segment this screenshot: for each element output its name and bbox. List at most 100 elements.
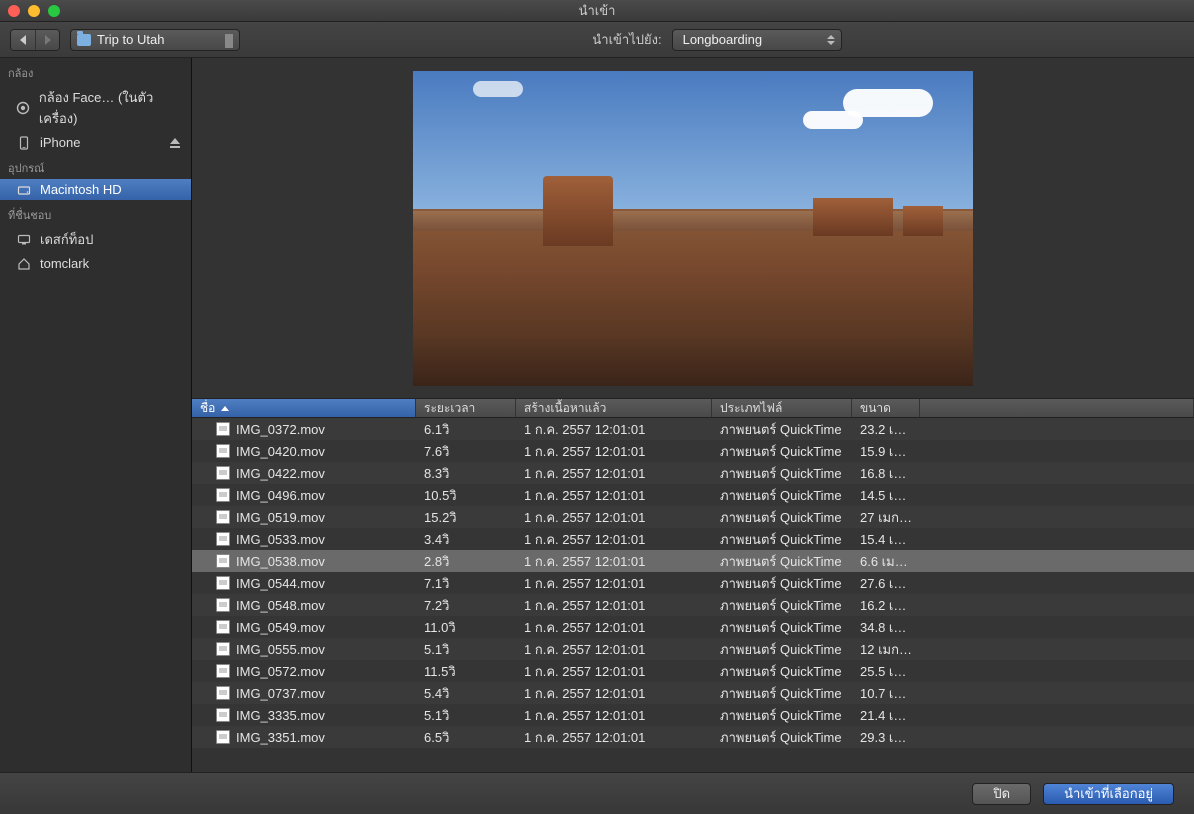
table-row[interactable]: IMG_0548.mov7.2วิ1 ก.ค. 2557 12:01:01ภาพ… <box>192 594 1194 616</box>
table-cell: ภาพยนตร์ QuickTime <box>712 507 852 528</box>
forward-button[interactable] <box>35 30 59 50</box>
table-cell: 1 ก.ค. 2557 12:01:01 <box>516 419 712 440</box>
sidebar-item-label: tomclark <box>40 256 89 271</box>
sidebar-item-label: iPhone <box>40 135 80 150</box>
sidebar-item[interactable]: เดสก์ท็อป <box>0 226 191 253</box>
table-cell: 2.8วิ <box>416 551 516 572</box>
table-cell: 11.0วิ <box>416 617 516 638</box>
table-row[interactable]: IMG_3351.mov6.5วิ1 ก.ค. 2557 12:01:01ภาพ… <box>192 726 1194 748</box>
destination-selector[interactable]: Longboarding <box>672 29 842 51</box>
movie-file-icon <box>216 598 230 612</box>
movie-file-icon <box>216 444 230 458</box>
table-cell: 21.4 เมก… <box>852 705 920 726</box>
file-name: IMG_0538.mov <box>236 554 325 569</box>
table-cell: ภาพยนตร์ QuickTime <box>712 441 852 462</box>
table-cell: 6.6 เมก… <box>852 551 920 572</box>
column-header-type[interactable]: ประเภทไฟล์ <box>712 399 852 417</box>
sidebar-section-title: อุปกรณ์ <box>0 153 191 179</box>
table-row[interactable]: IMG_0519.mov15.2วิ1 ก.ค. 2557 12:01:01ภา… <box>192 506 1194 528</box>
table-cell: IMG_0422.mov <box>192 466 416 481</box>
movie-file-icon <box>216 488 230 502</box>
table-cell: 1 ก.ค. 2557 12:01:01 <box>516 529 712 550</box>
camera-icon <box>16 101 31 115</box>
table-cell: 10.7 เมก… <box>852 683 920 704</box>
toolbar: Trip to Utah นำเข้าไปยัง: Longboarding <box>0 22 1194 58</box>
movie-file-icon <box>216 686 230 700</box>
table-cell: 1 ก.ค. 2557 12:01:01 <box>516 485 712 506</box>
table-row[interactable]: IMG_0572.mov11.5วิ1 ก.ค. 2557 12:01:01ภา… <box>192 660 1194 682</box>
preview-pane <box>192 58 1194 398</box>
file-name: IMG_0533.mov <box>236 532 325 547</box>
zoom-window-button[interactable] <box>48 5 60 17</box>
nav-buttons <box>10 29 60 51</box>
table-cell: 5.1วิ <box>416 705 516 726</box>
table-cell: 8.3วิ <box>416 463 516 484</box>
movie-file-icon <box>216 664 230 678</box>
sidebar-item[interactable]: Macintosh HD <box>0 179 191 200</box>
table-row[interactable]: IMG_3335.mov5.1วิ1 ก.ค. 2557 12:01:01ภาพ… <box>192 704 1194 726</box>
table-cell: 6.5วิ <box>416 727 516 748</box>
table-row[interactable]: IMG_0544.mov7.1วิ1 ก.ค. 2557 12:01:01ภาพ… <box>192 572 1194 594</box>
import-selected-button[interactable]: นำเข้าที่เลือกอยู่ <box>1043 783 1174 805</box>
table-cell: IMG_3335.mov <box>192 708 416 723</box>
table-cell: 7.6วิ <box>416 441 516 462</box>
minimize-window-button[interactable] <box>28 5 40 17</box>
eject-icon[interactable] <box>169 137 181 149</box>
table-cell: 23.2 เมก… <box>852 419 920 440</box>
table-row[interactable]: IMG_0372.mov6.1วิ1 ก.ค. 2557 12:01:01ภาพ… <box>192 418 1194 440</box>
table-row[interactable]: IMG_0422.mov8.3วิ1 ก.ค. 2557 12:01:01ภาพ… <box>192 462 1194 484</box>
disk-icon <box>16 183 32 197</box>
table-cell: 7.2วิ <box>416 595 516 616</box>
sidebar-item[interactable]: กล้อง Face… (ในตัวเครื่อง) <box>0 84 191 132</box>
table-cell: 16.2 เมก… <box>852 595 920 616</box>
back-button[interactable] <box>11 30 35 50</box>
home-icon <box>16 257 32 271</box>
movie-file-icon <box>216 730 230 744</box>
table-row[interactable]: IMG_0737.mov5.4วิ1 ก.ค. 2557 12:01:01ภาพ… <box>192 682 1194 704</box>
close-button[interactable]: ปิด <box>972 783 1031 805</box>
table-row[interactable]: IMG_0555.mov5.1วิ1 ก.ค. 2557 12:01:01ภาพ… <box>192 638 1194 660</box>
folder-icon <box>77 34 91 46</box>
table-cell: IMG_0538.mov <box>192 554 416 569</box>
table-cell: 1 ก.ค. 2557 12:01:01 <box>516 683 712 704</box>
window-controls <box>8 5 60 17</box>
footer: ปิด นำเข้าที่เลือกอยู่ <box>0 772 1194 814</box>
movie-file-icon <box>216 620 230 634</box>
path-selector[interactable]: Trip to Utah <box>70 29 240 51</box>
sidebar-item[interactable]: tomclark <box>0 253 191 274</box>
column-header-duration[interactable]: ระยะเวลา <box>416 399 516 417</box>
file-name: IMG_0422.mov <box>236 466 325 481</box>
file-name: IMG_0549.mov <box>236 620 325 635</box>
table-row[interactable]: IMG_0533.mov3.4วิ1 ก.ค. 2557 12:01:01ภาพ… <box>192 528 1194 550</box>
table-cell: 15.9 เมก… <box>852 441 920 462</box>
column-header-size[interactable]: ขนาด <box>852 399 920 417</box>
table-row[interactable]: IMG_0420.mov7.6วิ1 ก.ค. 2557 12:01:01ภาพ… <box>192 440 1194 462</box>
table-cell: 12 เมก… <box>852 639 920 660</box>
table-cell: IMG_0555.mov <box>192 642 416 657</box>
file-name: IMG_0548.mov <box>236 598 325 613</box>
content-area: ชื่อ ระยะเวลา สร้างเนื้อหาแล้ว ประเภทไฟล… <box>192 58 1194 772</box>
table-cell: 5.4วิ <box>416 683 516 704</box>
window-title: นำเข้า <box>579 0 616 21</box>
table-cell: ภาพยนตร์ QuickTime <box>712 683 852 704</box>
close-window-button[interactable] <box>8 5 20 17</box>
sidebar-item[interactable]: iPhone <box>0 132 191 153</box>
table-cell: ภาพยนตร์ QuickTime <box>712 661 852 682</box>
table-row[interactable]: IMG_0549.mov11.0วิ1 ก.ค. 2557 12:01:01ภา… <box>192 616 1194 638</box>
table-cell: IMG_0737.mov <box>192 686 416 701</box>
table-row[interactable]: IMG_0496.mov10.5วิ1 ก.ค. 2557 12:01:01ภา… <box>192 484 1194 506</box>
column-header-name[interactable]: ชื่อ <box>192 399 416 417</box>
table-cell: 15.2วิ <box>416 507 516 528</box>
table-cell: 3.4วิ <box>416 529 516 550</box>
table-cell: 1 ก.ค. 2557 12:01:01 <box>516 573 712 594</box>
table-row[interactable]: IMG_0538.mov2.8วิ1 ก.ค. 2557 12:01:01ภาพ… <box>192 550 1194 572</box>
column-header-created[interactable]: สร้างเนื้อหาแล้ว <box>516 399 712 417</box>
sidebar-item-label: Macintosh HD <box>40 182 122 197</box>
movie-file-icon <box>216 554 230 568</box>
table-cell: 27 เมก… <box>852 507 920 528</box>
table-cell: 5.1วิ <box>416 639 516 660</box>
table-cell: 29.3 เมก… <box>852 727 920 748</box>
table-cell: 6.1วิ <box>416 419 516 440</box>
desktop-icon <box>16 233 32 247</box>
table-cell: 1 ก.ค. 2557 12:01:01 <box>516 463 712 484</box>
